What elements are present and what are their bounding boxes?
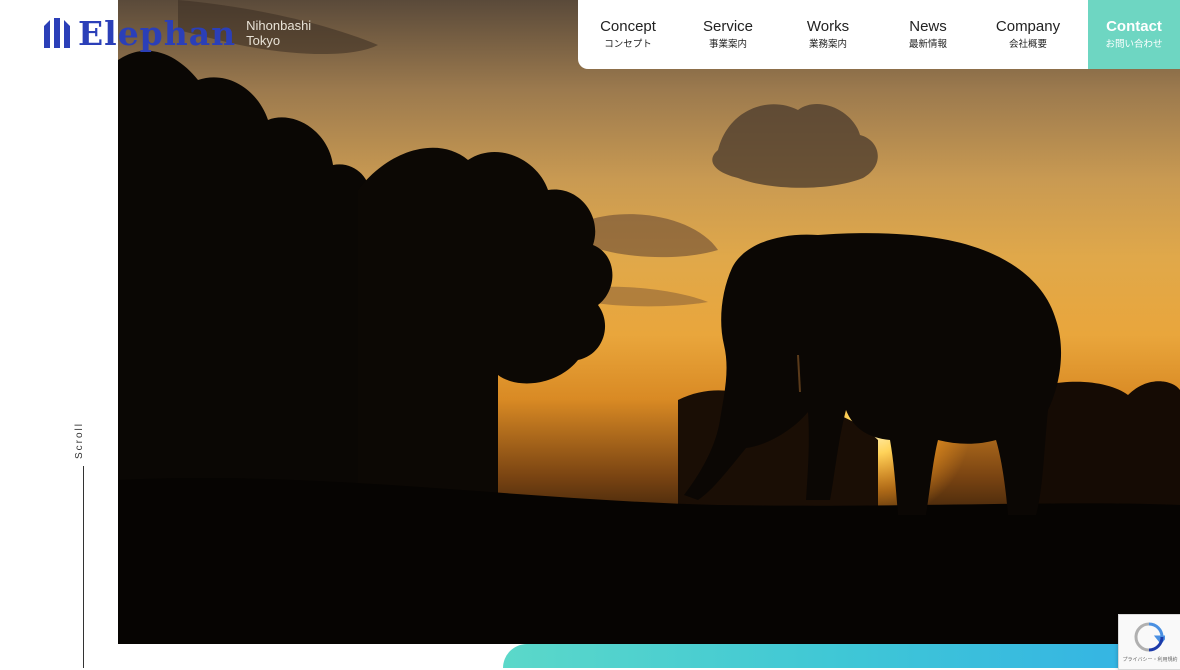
hero-sunset-elephant-image (118, 0, 1180, 644)
nav-label-en: Company (995, 17, 1061, 35)
logo-wordmark: Elephan (78, 13, 237, 53)
logo-location-line2: Tokyo (246, 33, 281, 48)
nav-item-news[interactable]: News 最新情報 (878, 0, 978, 69)
contact-label-en: Contact (1106, 17, 1162, 35)
nav-label-en: Concept (600, 17, 656, 35)
hero-video (118, 0, 1180, 644)
nav-label-ja: 最新情報 (908, 38, 947, 50)
nav-label-en: Service (702, 17, 754, 35)
contact-button[interactable]: Contact お問い合わせ (1088, 0, 1180, 69)
recaptcha-badge[interactable]: プライバシー・利用規約 (1118, 614, 1180, 670)
scroll-line (83, 466, 84, 668)
nav-item-works[interactable]: Works 業務案内 (778, 0, 878, 69)
logo-location-line1: Nihonbashi (246, 18, 312, 33)
nav-label-ja: 事業案内 (708, 38, 747, 50)
bottom-gradient-bar (503, 644, 1180, 668)
elephant-logo-icon (44, 18, 70, 48)
contact-label-ja: お問い合わせ (1105, 38, 1163, 50)
nav-item-company[interactable]: Company 会社概要 (978, 0, 1078, 69)
logo-location: Nihonbashi Tokyo (246, 18, 311, 48)
recaptcha-text: プライバシー・利用規約 (1122, 657, 1178, 663)
nav-item-service[interactable]: Service 事業案内 (678, 0, 778, 69)
nav-label-en: News (909, 17, 947, 35)
scroll-indicator[interactable]: Scroll (74, 420, 94, 668)
nav-item-concept[interactable]: Concept コンセプト (578, 0, 678, 69)
nav-label-ja: 会社概要 (1008, 38, 1047, 50)
nav-label-ja: コンセプト (604, 38, 652, 50)
scroll-label: Scroll (74, 421, 85, 459)
nav-label-ja: 業務案内 (808, 38, 847, 50)
recaptcha-icon (1134, 622, 1165, 652)
site-logo[interactable]: Elephan Nihonbashi Tokyo (42, 16, 311, 50)
nav-label-en: Works (806, 17, 850, 35)
main-nav: Concept コンセプト Service 事業案内 Works 業務案内 Ne… (578, 0, 1180, 69)
